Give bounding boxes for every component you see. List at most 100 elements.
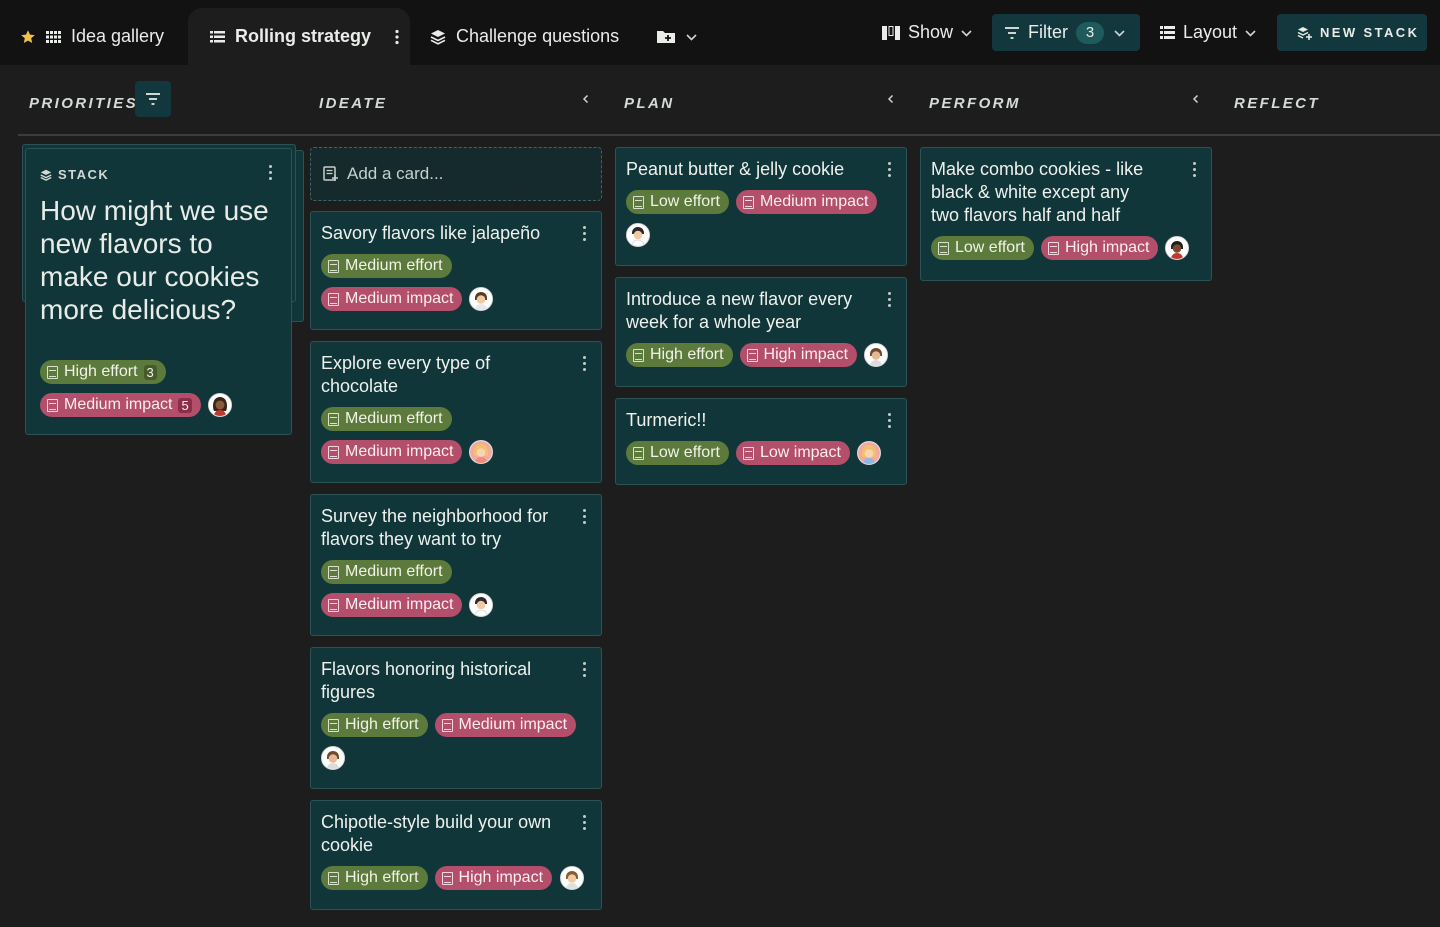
more-vertical-icon[interactable] [581,226,587,244]
effort-tag[interactable]: Medium effort [321,407,452,431]
avatar[interactable] [626,223,650,247]
add-view-dropdown[interactable] [648,8,708,65]
avatar[interactable] [469,440,494,464]
count-badge: 5 [178,397,192,413]
more-vertical-icon[interactable] [886,413,892,431]
idea-card[interactable]: Make combo cookies - like black & white … [920,147,1212,281]
idea-card[interactable]: Peanut butter & jelly cookie Low effort … [615,147,907,266]
column-header-ideate: IDEATE [319,94,388,112]
document-icon [938,241,949,255]
tab-idea-gallery[interactable]: Idea gallery [12,8,182,65]
document-icon [633,348,644,362]
impact-tag[interactable]: High impact [739,343,858,367]
effort-tag[interactable]: High effort [321,866,428,890]
effort-tag[interactable]: Low effort [626,441,729,465]
document-icon [1047,241,1059,255]
effort-tag[interactable]: Low effort [931,236,1034,260]
layout-button[interactable]: Layout [1158,14,1258,51]
more-vertical-icon[interactable] [886,162,892,180]
effort-tag[interactable]: Medium effort [321,560,452,584]
show-button[interactable]: Show [880,14,980,51]
impact-tag[interactable]: Medium impact [321,593,463,617]
avatar[interactable] [469,593,494,617]
avatar[interactable] [321,746,345,770]
document-icon [328,445,339,459]
avatar[interactable] [560,866,585,890]
card-title: Savory flavors like jalapeño [321,223,541,243]
stack-icon [40,169,52,181]
impact-tag[interactable]: High impact [434,866,553,890]
add-card-button[interactable]: Add a card... [310,147,602,201]
tag-row: Low effort Medium impact [626,190,896,214]
stack-question: How might we use new flavors to make our… [40,195,269,325]
document-icon [328,412,339,426]
more-vertical-icon[interactable] [1191,162,1197,180]
more-vertical-icon[interactable] [581,815,587,833]
document-icon [47,365,58,379]
tag-row: Medium effort [321,254,591,278]
impact-tag[interactable]: Medium impact [434,713,577,737]
document-icon [633,195,644,209]
tag-row: Medium impact [321,287,591,311]
column-header-reflect: REFLECT [1234,94,1320,112]
idea-card[interactable]: Flavors honoring historical figures High… [310,647,602,789]
more-vertical-icon[interactable] [581,662,587,680]
more-vertical-icon[interactable] [267,165,273,183]
idea-card[interactable]: Survey the neighborhood for flavors they… [310,494,602,636]
effort-tag[interactable]: Medium effort [321,254,452,278]
tag-row: High effort High impact [321,866,591,890]
avatar[interactable] [864,343,889,367]
effort-tag[interactable]: Low effort [626,190,729,214]
effort-tag[interactable]: High effort [626,343,733,367]
impact-tag[interactable]: Medium impact [321,287,463,311]
idea-card[interactable]: Chipotle-style build your own cookie Hig… [310,800,602,910]
filter-count-badge: 3 [1076,21,1104,44]
more-vertical-icon[interactable] [581,509,587,527]
impact-tag[interactable]: High impact [1040,236,1159,260]
avatar[interactable] [207,393,232,417]
avatar[interactable] [469,287,494,311]
stack-card[interactable]: STACK How might we use new flavors to ma… [25,148,292,435]
tab-challenge-questions[interactable]: Challenge questions [420,8,640,65]
idea-card[interactable]: Introduce a new flavor every week for a … [615,277,907,387]
effort-tag[interactable]: High effort 3 [40,360,166,384]
filter-button[interactable]: Filter 3 [992,14,1140,51]
collapse-left-icon[interactable] [887,88,894,112]
idea-card[interactable]: Savory flavors like jalapeño Medium effo… [310,211,602,330]
idea-card[interactable]: Turmeric!! Low effort Low impact [615,398,907,485]
idea-card[interactable]: Explore every type of chocolate Medium e… [310,341,602,483]
collapse-left-icon[interactable] [1192,88,1199,112]
effort-tag[interactable]: High effort [321,713,428,737]
priorities-filter-button[interactable] [135,81,171,117]
tab-rolling-strategy[interactable]: Rolling strategy [188,8,410,65]
stack-label-row: STACK [40,167,277,182]
chevron-down-icon [1114,26,1125,40]
avatar[interactable] [856,441,881,465]
filter-icon [1004,26,1020,39]
filter-label: Filter [1028,22,1068,42]
card-title: Chipotle-style build your own cookie [321,812,552,855]
count-badge: 3 [143,364,157,380]
column-header-plan: PLAN [624,94,675,112]
tag-label: Low impact [759,444,841,461]
new-stack-button[interactable]: NEW STACK [1277,14,1427,51]
tag-row: Low effort Low impact [626,441,896,465]
collapse-left-icon[interactable] [582,88,589,112]
tag-row: High effort Medium impact [321,713,591,737]
more-vertical-icon[interactable] [395,29,399,45]
tag-row: Low effort High impact [931,236,1201,260]
column-header-priorities: PRIORITIES [29,94,139,112]
card-title: Make combo cookies - like black & white … [931,159,1144,225]
stack-icon [430,29,446,45]
document-icon [441,718,453,732]
avatar[interactable] [1165,236,1190,260]
header-divider [18,134,1440,136]
tag-row: Medium effort [321,560,591,584]
more-vertical-icon[interactable] [581,356,587,374]
impact-tag[interactable]: Medium impact [735,190,878,214]
impact-tag[interactable]: Medium impact [321,440,463,464]
star-icon[interactable] [20,29,36,45]
impact-tag[interactable]: Low impact [735,441,850,465]
impact-tag[interactable]: Medium impact 5 [40,393,201,417]
more-vertical-icon[interactable] [886,292,892,310]
